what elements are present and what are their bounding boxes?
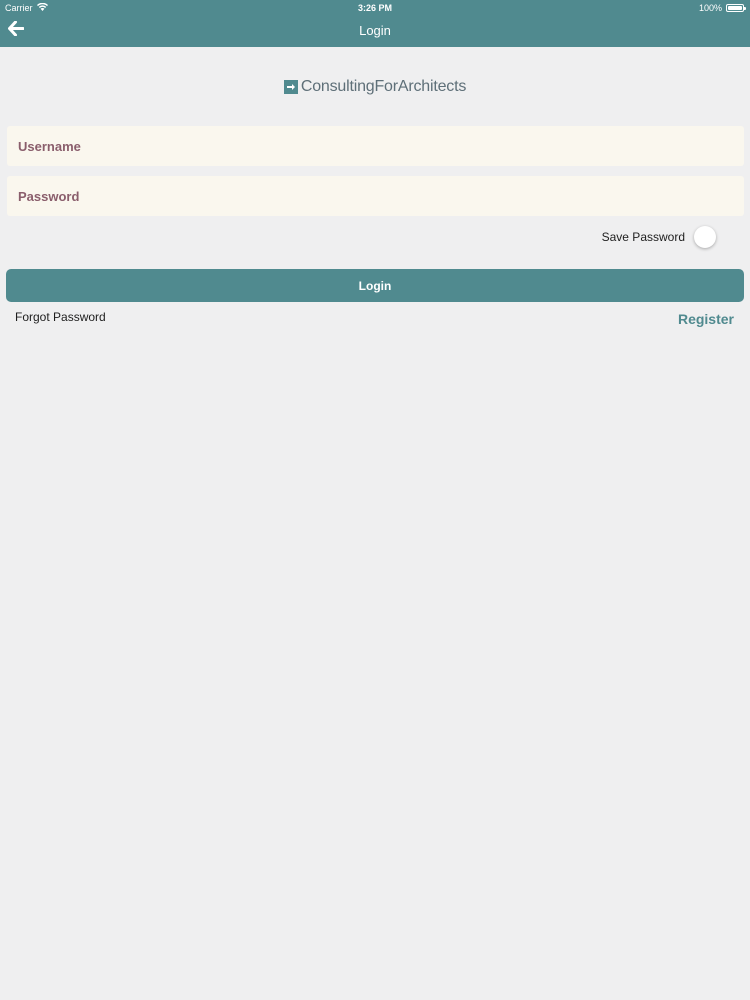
password-input[interactable] xyxy=(7,176,744,216)
logo-text-for: For xyxy=(374,78,398,95)
battery-label: 100% xyxy=(698,3,722,13)
status-bar: Carrier 3:26 PM 100% xyxy=(0,0,750,15)
register-link[interactable]: Register xyxy=(678,311,734,327)
save-password-toggle[interactable] xyxy=(694,226,724,248)
company-logo: ConsultingForArchitects xyxy=(0,76,750,98)
logo-text: ConsultingForArchitects xyxy=(301,78,466,96)
logo-text-architects: Architects xyxy=(397,78,467,95)
top-bar: Carrier 3:26 PM 100% Login xyxy=(0,0,750,47)
logo-mark-icon xyxy=(283,80,298,94)
battery-info: 100% xyxy=(698,3,746,13)
login-button[interactable]: Login xyxy=(6,269,744,302)
username-field-container xyxy=(7,126,744,166)
save-password-row: Save Password xyxy=(602,226,724,248)
toggle-knob xyxy=(694,226,716,248)
battery-icon xyxy=(726,4,746,12)
logo-text-consulting: Consulting xyxy=(300,78,375,95)
password-field-container xyxy=(7,176,744,216)
forgot-password-link[interactable]: Forgot Password xyxy=(15,310,106,324)
save-password-label: Save Password xyxy=(601,230,685,244)
username-input[interactable] xyxy=(7,126,744,166)
status-time: 3:26 PM xyxy=(357,3,392,13)
page-title: Login xyxy=(359,23,391,38)
nav-bar: Login xyxy=(0,15,750,47)
